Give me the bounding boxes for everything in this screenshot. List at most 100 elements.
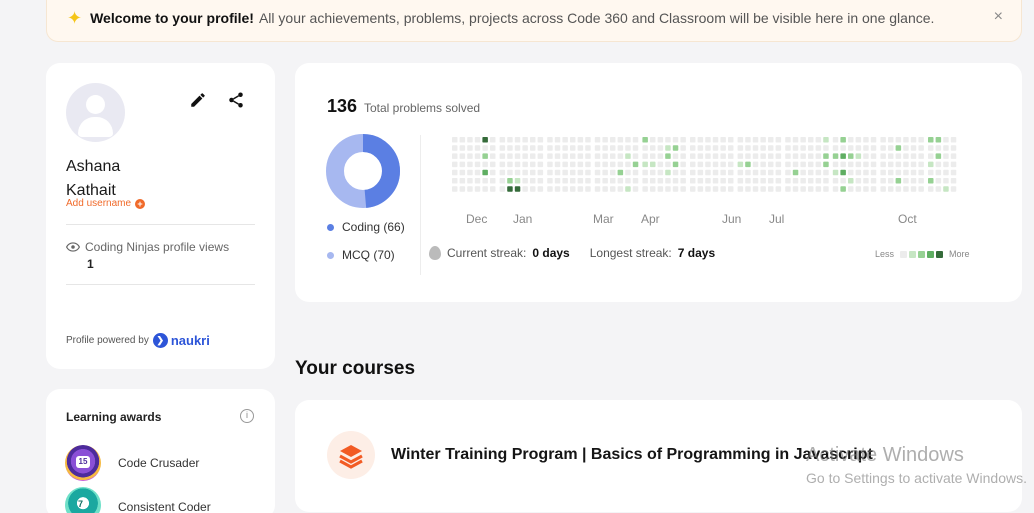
heatmap-cell[interactable] bbox=[728, 169, 734, 176]
heatmap-cell[interactable] bbox=[585, 145, 591, 151]
heatmap-cell[interactable] bbox=[490, 161, 496, 168]
heatmap-cell[interactable] bbox=[903, 169, 909, 176]
heatmap-cell[interactable] bbox=[880, 145, 886, 151]
heatmap-cell[interactable] bbox=[690, 137, 696, 143]
heatmap-cell[interactable] bbox=[507, 153, 513, 159]
heatmap-cell[interactable] bbox=[728, 145, 734, 151]
heatmap-cell[interactable] bbox=[848, 137, 854, 143]
heatmap-cell[interactable] bbox=[467, 186, 473, 192]
heatmap-cell[interactable] bbox=[832, 161, 839, 168]
heatmap-cell[interactable] bbox=[712, 178, 719, 184]
heatmap-cell[interactable] bbox=[910, 178, 917, 184]
heatmap-cell[interactable] bbox=[880, 161, 886, 168]
heatmap-cell[interactable] bbox=[594, 169, 601, 176]
heatmap-cell[interactable] bbox=[840, 186, 846, 192]
heatmap-cell[interactable] bbox=[602, 137, 608, 143]
heatmap-cell[interactable] bbox=[672, 137, 679, 143]
heatmap-cell[interactable] bbox=[530, 169, 536, 176]
heatmap-cell[interactable] bbox=[910, 169, 917, 176]
heatmap-cell[interactable] bbox=[490, 186, 496, 192]
heatmap-cell[interactable] bbox=[602, 161, 608, 168]
heatmap-cell[interactable] bbox=[617, 145, 624, 151]
heatmap-cell[interactable] bbox=[823, 137, 829, 143]
heatmap-cell[interactable] bbox=[785, 145, 791, 151]
heatmap-cell[interactable] bbox=[705, 145, 711, 151]
heatmap-cell[interactable] bbox=[594, 153, 601, 159]
heatmap-cell[interactable] bbox=[768, 137, 774, 143]
heatmap-cell[interactable] bbox=[863, 137, 869, 143]
heatmap-cell[interactable] bbox=[530, 137, 536, 143]
heatmap-cell[interactable] bbox=[895, 178, 902, 184]
heatmap-cell[interactable] bbox=[910, 145, 917, 151]
heatmap-cell[interactable] bbox=[610, 169, 616, 176]
heatmap-cell[interactable] bbox=[610, 145, 616, 151]
heatmap-cell[interactable] bbox=[745, 137, 751, 143]
heatmap-cell[interactable] bbox=[928, 153, 934, 159]
heatmap-cell[interactable] bbox=[888, 137, 894, 143]
heatmap-cell[interactable] bbox=[918, 137, 924, 143]
heatmap-cell[interactable] bbox=[918, 161, 924, 168]
heatmap-cell[interactable] bbox=[728, 178, 734, 184]
heatmap-cell[interactable] bbox=[888, 145, 894, 151]
heatmap-cell[interactable] bbox=[522, 178, 528, 184]
heatmap-cell[interactable] bbox=[870, 186, 877, 192]
heatmap-cell[interactable] bbox=[737, 145, 744, 151]
heatmap-cell[interactable] bbox=[950, 153, 957, 159]
heatmap-cell[interactable] bbox=[720, 178, 726, 184]
heatmap-cell[interactable] bbox=[672, 153, 679, 159]
heatmap-cell[interactable] bbox=[752, 169, 759, 176]
heatmap-cell[interactable] bbox=[918, 145, 924, 151]
heatmap-cell[interactable] bbox=[602, 153, 608, 159]
heatmap-cell[interactable] bbox=[768, 145, 774, 151]
heatmap-cell[interactable] bbox=[918, 186, 924, 192]
heatmap-cell[interactable] bbox=[665, 169, 671, 176]
heatmap-cell[interactable] bbox=[522, 137, 528, 143]
heatmap-cell[interactable] bbox=[610, 153, 616, 159]
heatmap-cell[interactable] bbox=[928, 161, 934, 168]
heatmap-cell[interactable] bbox=[625, 145, 631, 151]
heatmap-cell[interactable] bbox=[632, 178, 639, 184]
heatmap-cell[interactable] bbox=[650, 161, 656, 168]
heatmap-cell[interactable] bbox=[800, 169, 806, 176]
heatmap-cell[interactable] bbox=[547, 153, 553, 159]
heatmap-cell[interactable] bbox=[697, 153, 704, 159]
heatmap-cell[interactable] bbox=[680, 145, 686, 151]
heatmap-cell[interactable] bbox=[577, 186, 584, 192]
heatmap-cell[interactable] bbox=[554, 186, 561, 192]
heatmap-cell[interactable] bbox=[499, 186, 506, 192]
heatmap-cell[interactable] bbox=[452, 186, 458, 192]
heatmap-cell[interactable] bbox=[728, 161, 734, 168]
heatmap-cell[interactable] bbox=[792, 145, 799, 151]
heatmap-cell[interactable] bbox=[690, 169, 696, 176]
heatmap-cell[interactable] bbox=[642, 161, 648, 168]
heatmap-cell[interactable] bbox=[594, 161, 601, 168]
heatmap-cell[interactable] bbox=[537, 137, 544, 143]
heatmap-cell[interactable] bbox=[863, 178, 869, 184]
heatmap-cell[interactable] bbox=[594, 137, 601, 143]
heatmap-cell[interactable] bbox=[832, 178, 839, 184]
heatmap-cell[interactable] bbox=[792, 137, 799, 143]
heatmap-cell[interactable] bbox=[943, 178, 949, 184]
heatmap-cell[interactable] bbox=[832, 145, 839, 151]
heatmap-cell[interactable] bbox=[785, 169, 791, 176]
heatmap-cell[interactable] bbox=[895, 145, 902, 151]
heatmap-cell[interactable] bbox=[705, 153, 711, 159]
heatmap-cell[interactable] bbox=[657, 161, 664, 168]
heatmap-cell[interactable] bbox=[737, 137, 744, 143]
heatmap-cell[interactable] bbox=[823, 178, 829, 184]
heatmap-cell[interactable] bbox=[888, 186, 894, 192]
heatmap-cell[interactable] bbox=[657, 137, 664, 143]
heatmap-cell[interactable] bbox=[657, 186, 664, 192]
share-icon[interactable] bbox=[227, 91, 245, 109]
heatmap-cell[interactable] bbox=[452, 153, 458, 159]
heatmap-cell[interactable] bbox=[657, 153, 664, 159]
heatmap-cell[interactable] bbox=[737, 186, 744, 192]
heatmap-cell[interactable] bbox=[452, 178, 458, 184]
heatmap-cell[interactable] bbox=[474, 137, 481, 143]
heatmap-cell[interactable] bbox=[554, 169, 561, 176]
heatmap-cell[interactable] bbox=[625, 161, 631, 168]
add-username-link[interactable]: Add username + bbox=[66, 198, 146, 209]
heatmap-cell[interactable] bbox=[499, 137, 506, 143]
heatmap-cell[interactable] bbox=[642, 145, 648, 151]
heatmap-cell[interactable] bbox=[823, 186, 829, 192]
